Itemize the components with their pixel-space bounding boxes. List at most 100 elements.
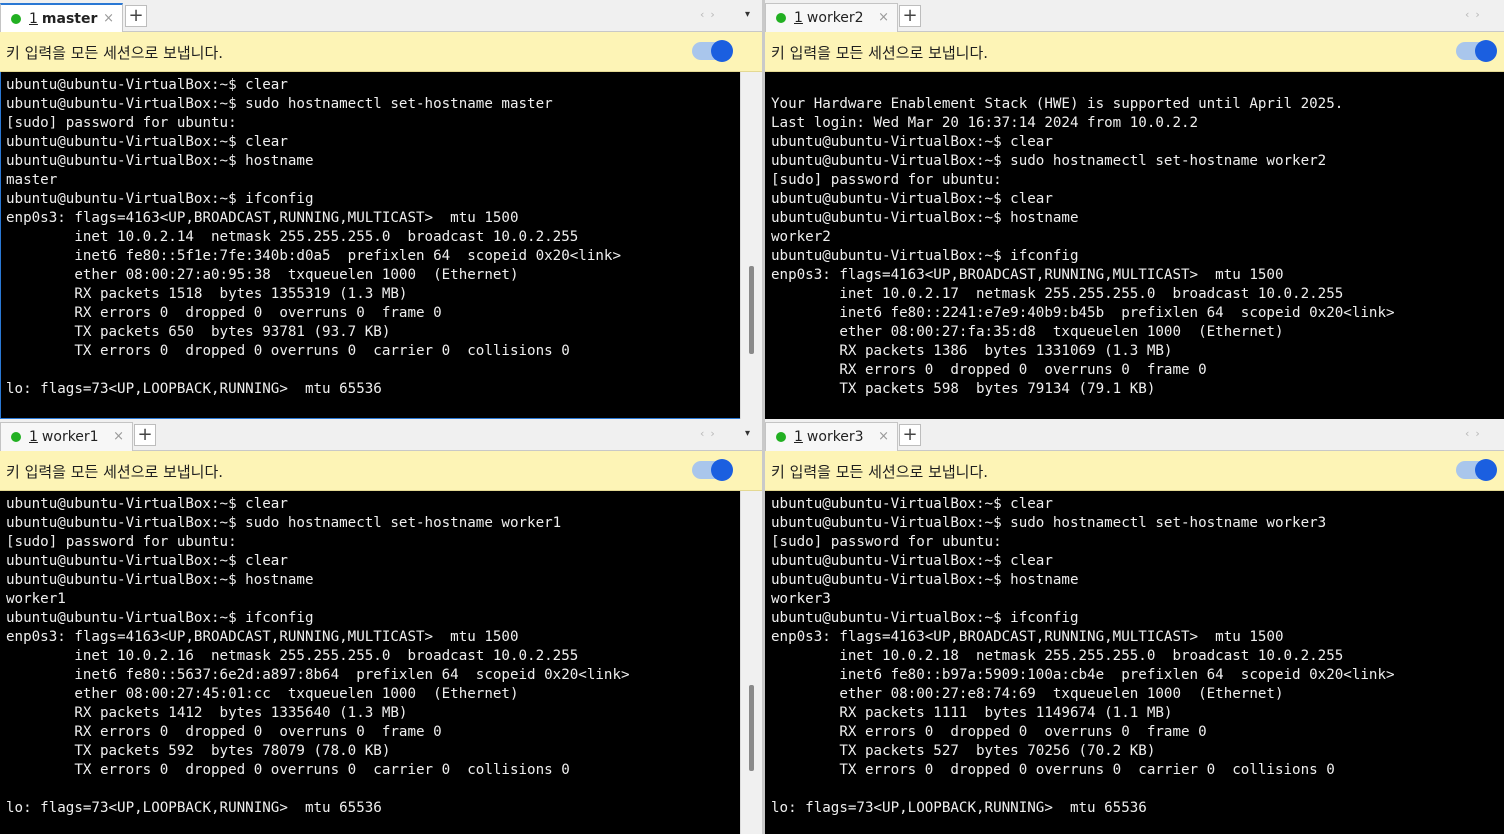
terminal-line: RX errors 0 dropped 0 overruns 0 frame 0 [6, 305, 442, 321]
terminal-line: ubuntu@ubuntu-VirtualBox:~$ sudo hostnam… [771, 153, 1327, 169]
scroll-right-icon[interactable]: › [1475, 8, 1485, 21]
terminal-output[interactable]: Your Hardware Enablement Stack (HWE) is … [771, 76, 1500, 419]
terminal-line: enp0s3: flags=4163<UP,BROADCAST,RUNNING,… [6, 629, 519, 645]
terminal-line: ubuntu@ubuntu-VirtualBox:~$ hostname [6, 153, 314, 169]
terminal-line: ubuntu@ubuntu-VirtualBox:~$ clear [771, 553, 1053, 569]
terminal-line: RX packets 1111 bytes 1149674 (1.1 MB) [771, 705, 1173, 721]
toggle-knob [711, 40, 733, 62]
tab-label: master [41, 10, 98, 27]
terminal-line: RX errors 0 dropped 0 overruns 0 frame 0 [771, 362, 1207, 378]
terminal-output[interactable]: ubuntu@ubuntu-VirtualBox:~$ clear ubuntu@… [6, 76, 740, 419]
close-tab-icon[interactable]: × [878, 10, 889, 25]
scrollbar-thumb[interactable] [749, 266, 754, 354]
terminal-line: [sudo] password for ubuntu: [771, 534, 1002, 550]
terminal-line: inet 10.0.2.17 netmask 255.255.255.0 bro… [771, 286, 1344, 302]
broadcast-info-text: 키 입력을 모든 세션으로 보냅니다. [6, 463, 224, 481]
broadcast-info-text: 키 입력을 모든 세션으로 보냅니다. [771, 44, 989, 62]
scroll-left-icon[interactable]: ‹ [700, 427, 710, 440]
terminal-line: ubuntu@ubuntu-VirtualBox:~$ hostname [771, 572, 1079, 588]
terminal-line: ubuntu@ubuntu-VirtualBox:~$ sudo hostnam… [6, 96, 553, 112]
terminal-line: inet 10.0.2.18 netmask 255.255.255.0 bro… [771, 648, 1344, 664]
toggle-knob [1475, 459, 1497, 481]
broadcast-info-bar: 키 입력을 모든 세션으로 보냅니다. [0, 32, 762, 72]
tab-number: 1 [29, 429, 38, 445]
terminal-line: ubuntu@ubuntu-VirtualBox:~$ clear [6, 77, 288, 93]
terminal-line: ether 08:00:27:fa:35:d8 txqueuelen 1000 … [771, 324, 1284, 340]
terminal-output[interactable]: ubuntu@ubuntu-VirtualBox:~$ clear ubuntu@… [771, 495, 1500, 834]
terminal-line: TX errors 0 dropped 0 overruns 0 carrier… [6, 762, 570, 778]
session-pane-worker3[interactable]: 1 worker3 × + ‹› 키 입력을 모든 세션으로 보냅니다. ubu… [765, 419, 1504, 834]
scrollbar-thumb[interactable] [749, 685, 754, 771]
broadcast-info-bar: 키 입력을 모든 세션으로 보냅니다. [765, 451, 1504, 491]
tab-master[interactable]: 1 master × [0, 3, 123, 32]
terminal-line: TX packets 592 bytes 78079 (78.0 KB) [6, 743, 391, 759]
terminal-line: RX packets 1386 bytes 1331069 (1.3 MB) [771, 343, 1173, 359]
broadcast-info-text: 키 입력을 모든 세션으로 보냅니다. [6, 44, 224, 62]
broadcast-toggle[interactable] [692, 40, 733, 62]
terminal-line: RX errors 0 dropped 0 overruns 0 frame 0 [771, 724, 1207, 740]
terminal-line: ubuntu@ubuntu-VirtualBox:~$ clear [6, 496, 288, 512]
session-pane-worker1[interactable]: 1 worker1 × + ‹› ▾ 키 입력을 모든 세션으로 보냅니다. u… [0, 419, 762, 834]
tab-scroll-arrows: ‹› [1465, 427, 1486, 440]
terminal-line: ubuntu@ubuntu-VirtualBox:~$ clear [771, 496, 1053, 512]
scroll-right-icon[interactable]: › [710, 8, 720, 21]
session-pane-worker2[interactable]: 1 worker2 × + ‹› 키 입력을 모든 세션으로 보냅니다. You… [765, 0, 1504, 419]
terminal-line: lo: flags=73<UP,LOOPBACK,RUNNING> mtu 65… [6, 381, 382, 397]
terminal-line: TX packets 527 bytes 70256 (70.2 KB) [771, 743, 1156, 759]
terminal-line: [sudo] password for ubuntu: [6, 115, 237, 131]
tab-label: worker1 [41, 429, 99, 445]
terminal-scrollbar[interactable] [740, 491, 762, 834]
close-tab-icon[interactable]: × [878, 429, 889, 444]
tab-number: 1 [794, 10, 803, 26]
terminal-line: ubuntu@ubuntu-VirtualBox:~$ clear [6, 553, 288, 569]
terminal-line: enp0s3: flags=4163<UP,BROADCAST,RUNNING,… [771, 267, 1284, 283]
terminal-line: RX packets 1412 bytes 1335640 (1.3 MB) [6, 705, 408, 721]
terminal-output[interactable]: ubuntu@ubuntu-VirtualBox:~$ clear ubuntu@… [6, 495, 740, 834]
terminal-line: ubuntu@ubuntu-VirtualBox:~$ hostname [6, 572, 314, 588]
terminal-line: ubuntu@ubuntu-VirtualBox:~$ sudo hostnam… [6, 515, 562, 531]
add-tab-button[interactable]: + [125, 5, 147, 27]
tab-menu-icon[interactable]: ▾ [745, 9, 750, 20]
tab-bar: 1 master × + ‹› ▾ [0, 0, 762, 32]
connected-status-icon [776, 13, 786, 23]
terminal-line: [sudo] password for ubuntu: [6, 534, 237, 550]
terminal-line: ubuntu@ubuntu-VirtualBox:~$ ifconfig [771, 610, 1079, 626]
broadcast-toggle[interactable] [692, 459, 733, 481]
scroll-left-icon[interactable]: ‹ [1465, 8, 1475, 21]
terminal-line: ether 08:00:27:e8:74:69 txqueuelen 1000 … [771, 686, 1284, 702]
scroll-right-icon[interactable]: › [1475, 427, 1485, 440]
terminal-line: lo: flags=73<UP,LOOPBACK,RUNNING> mtu 65… [6, 800, 382, 816]
broadcast-info-text: 키 입력을 모든 세션으로 보냅니다. [771, 463, 989, 481]
tab-bar: 1 worker2 × + ‹› [765, 0, 1504, 32]
terminal-line: RX packets 1518 bytes 1355319 (1.3 MB) [6, 286, 408, 302]
broadcast-toggle[interactable] [1456, 40, 1497, 62]
scroll-left-icon[interactable]: ‹ [1465, 427, 1475, 440]
terminal-line: TX packets 598 bytes 79134 (79.1 KB) [771, 381, 1156, 397]
add-tab-button[interactable]: + [134, 424, 156, 446]
terminal-line: ubuntu@ubuntu-VirtualBox:~$ clear [771, 134, 1053, 150]
tab-worker1[interactable]: 1 worker1 × [0, 422, 133, 451]
terminal-scrollbar[interactable] [740, 72, 762, 419]
close-tab-icon[interactable]: × [103, 11, 114, 26]
terminal-line: ubuntu@ubuntu-VirtualBox:~$ sudo hostnam… [771, 515, 1327, 531]
terminal-line: inet6 fe80::2241:e7e9:40b9:b45b prefixle… [771, 305, 1395, 321]
terminal-line: ubuntu@ubuntu-VirtualBox:~$ ifconfig [6, 191, 314, 207]
tab-menu-icon[interactable]: ▾ [745, 428, 750, 439]
scroll-right-icon[interactable]: › [710, 427, 720, 440]
tab-worker2[interactable]: 1 worker2 × [765, 3, 898, 32]
add-tab-button[interactable]: + [899, 5, 921, 27]
terminal-line: RX errors 0 dropped 0 overruns 0 frame 0 [6, 724, 442, 740]
terminal-line: inet 10.0.2.14 netmask 255.255.255.0 bro… [6, 229, 579, 245]
connected-status-icon [11, 13, 21, 24]
tab-scroll-arrows: ‹› [1465, 8, 1486, 21]
tab-worker3[interactable]: 1 worker3 × [765, 422, 898, 451]
broadcast-toggle[interactable] [1456, 459, 1497, 481]
connected-status-icon [776, 432, 786, 442]
terminal-line: ether 08:00:27:a0:95:38 txqueuelen 1000 … [6, 267, 519, 283]
close-tab-icon[interactable]: × [113, 429, 124, 444]
session-pane-master[interactable]: 1 master × + ‹› ▾ 키 입력을 모든 세션으로 보냅니다. ub… [0, 0, 762, 419]
terminal-line: Last login: Wed Mar 20 16:37:14 2024 fro… [771, 115, 1199, 131]
scroll-left-icon[interactable]: ‹ [700, 8, 710, 21]
add-tab-button[interactable]: + [899, 424, 921, 446]
